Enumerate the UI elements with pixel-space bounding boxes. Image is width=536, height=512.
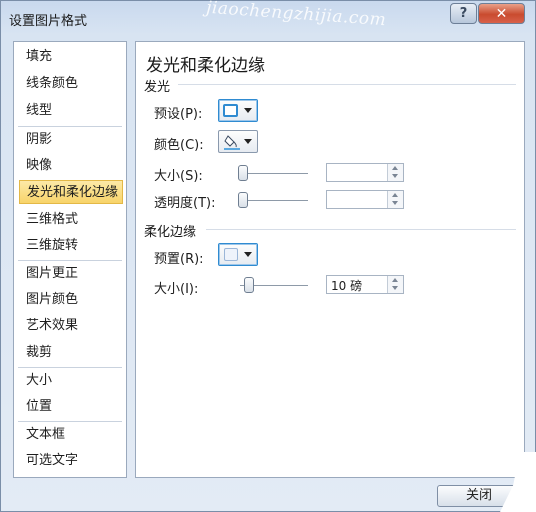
stepper-up-icon	[392, 166, 398, 170]
close-icon: ✕	[495, 5, 508, 22]
glow-preset-dropdown[interactable]	[218, 99, 258, 122]
glow-color-label: 颜色(C):	[154, 138, 204, 153]
stepper-up-icon	[392, 193, 398, 197]
section-divider	[178, 84, 516, 85]
sidebar-item-crop[interactable]: 裁剪	[14, 341, 126, 365]
preset-swatch-icon	[223, 104, 238, 117]
watermark: jiaochengzhijia.com	[205, 0, 387, 31]
glow-transparency-stepper[interactable]	[326, 190, 404, 209]
help-icon: ?	[459, 6, 468, 21]
glow-size-stepper[interactable]	[326, 163, 404, 182]
dialog-window: 设置图片格式 jiaochengzhijia.com ? ✕ 填充 线条颜色 线…	[0, 0, 536, 512]
sidebar-item-line-color[interactable]: 线条颜色	[14, 72, 126, 96]
title-bar: 设置图片格式 jiaochengzhijia.com ? ✕	[1, 0, 535, 35]
window-title: 设置图片格式	[9, 14, 88, 29]
soft-edges-size-slider[interactable]	[244, 277, 254, 293]
glow-transparency-label: 透明度(T):	[154, 196, 216, 211]
sidebar-item-reflection[interactable]: 映像	[14, 154, 126, 178]
soft-edges-size-stepper[interactable]: 10 磅	[326, 275, 404, 294]
divider	[18, 367, 122, 368]
glow-transparency-track	[240, 200, 308, 201]
chevron-down-icon	[244, 108, 252, 113]
help-button[interactable]: ?	[450, 3, 477, 24]
divider	[18, 260, 122, 261]
sidebar-item-fill[interactable]: 填充	[14, 45, 126, 69]
stepper-arrows[interactable]	[387, 164, 403, 181]
soft-edges-size-label: 大小(I):	[154, 282, 199, 297]
sidebar-item-glow-soft-edges[interactable]: 发光和柔化边缘	[19, 180, 123, 204]
stepper-down-icon	[392, 201, 398, 205]
chevron-down-icon	[244, 252, 252, 257]
glow-color-dropdown[interactable]	[218, 130, 258, 153]
page-title: 发光和柔化边缘	[146, 56, 265, 76]
glow-section-header: 发光	[144, 80, 171, 95]
soft-edges-preset-label: 预置(R):	[154, 252, 204, 267]
glow-preset-label: 预设(P):	[154, 107, 203, 122]
stepper-up-icon	[392, 278, 398, 282]
sidebar-item-artistic-effects[interactable]: 艺术效果	[14, 314, 126, 338]
glow-transparency-slider[interactable]	[238, 192, 248, 208]
sidebar-item-shadow[interactable]: 阴影	[14, 128, 126, 152]
stepper-arrows[interactable]	[387, 276, 403, 293]
divider	[18, 126, 122, 127]
glow-size-track	[240, 173, 308, 174]
sidebar-item-3d-format[interactable]: 三维格式	[14, 208, 126, 232]
section-divider	[206, 229, 516, 230]
close-window-button[interactable]: ✕	[478, 3, 525, 24]
sidebar-item-alt-text[interactable]: 可选文字	[14, 449, 126, 473]
soft-edges-size-value: 10 磅	[331, 279, 363, 293]
divider	[18, 421, 122, 422]
glow-size-label: 大小(S):	[154, 169, 203, 184]
category-list: 填充 线条颜色 线型 阴影 映像 发光和柔化边缘 三维格式 三维旋转 图片更正 …	[13, 41, 127, 478]
sidebar-item-3d-rotation[interactable]: 三维旋转	[14, 234, 126, 258]
sidebar-item-text-box[interactable]: 文本框	[14, 423, 126, 447]
chevron-down-icon	[244, 139, 252, 144]
stepper-arrows[interactable]	[387, 191, 403, 208]
sidebar-item-picture-corrections[interactable]: 图片更正	[14, 262, 126, 286]
paint-bucket-icon	[224, 135, 240, 150]
soft-edges-preset-dropdown[interactable]	[218, 243, 258, 266]
soft-edges-section-header: 柔化边缘	[144, 225, 197, 240]
stepper-down-icon	[392, 174, 398, 178]
glow-size-slider[interactable]	[238, 165, 248, 181]
preset-swatch-icon	[224, 248, 238, 261]
sidebar-item-size[interactable]: 大小	[14, 369, 126, 393]
sidebar-item-position[interactable]: 位置	[14, 395, 126, 419]
settings-panel: 发光和柔化边缘 发光 预设(P): 颜色(C): 大小(S): 透明度(T): …	[135, 41, 525, 478]
sidebar-item-picture-color[interactable]: 图片颜色	[14, 288, 126, 312]
stepper-down-icon	[392, 286, 398, 290]
sidebar-item-line-style[interactable]: 线型	[14, 99, 126, 123]
